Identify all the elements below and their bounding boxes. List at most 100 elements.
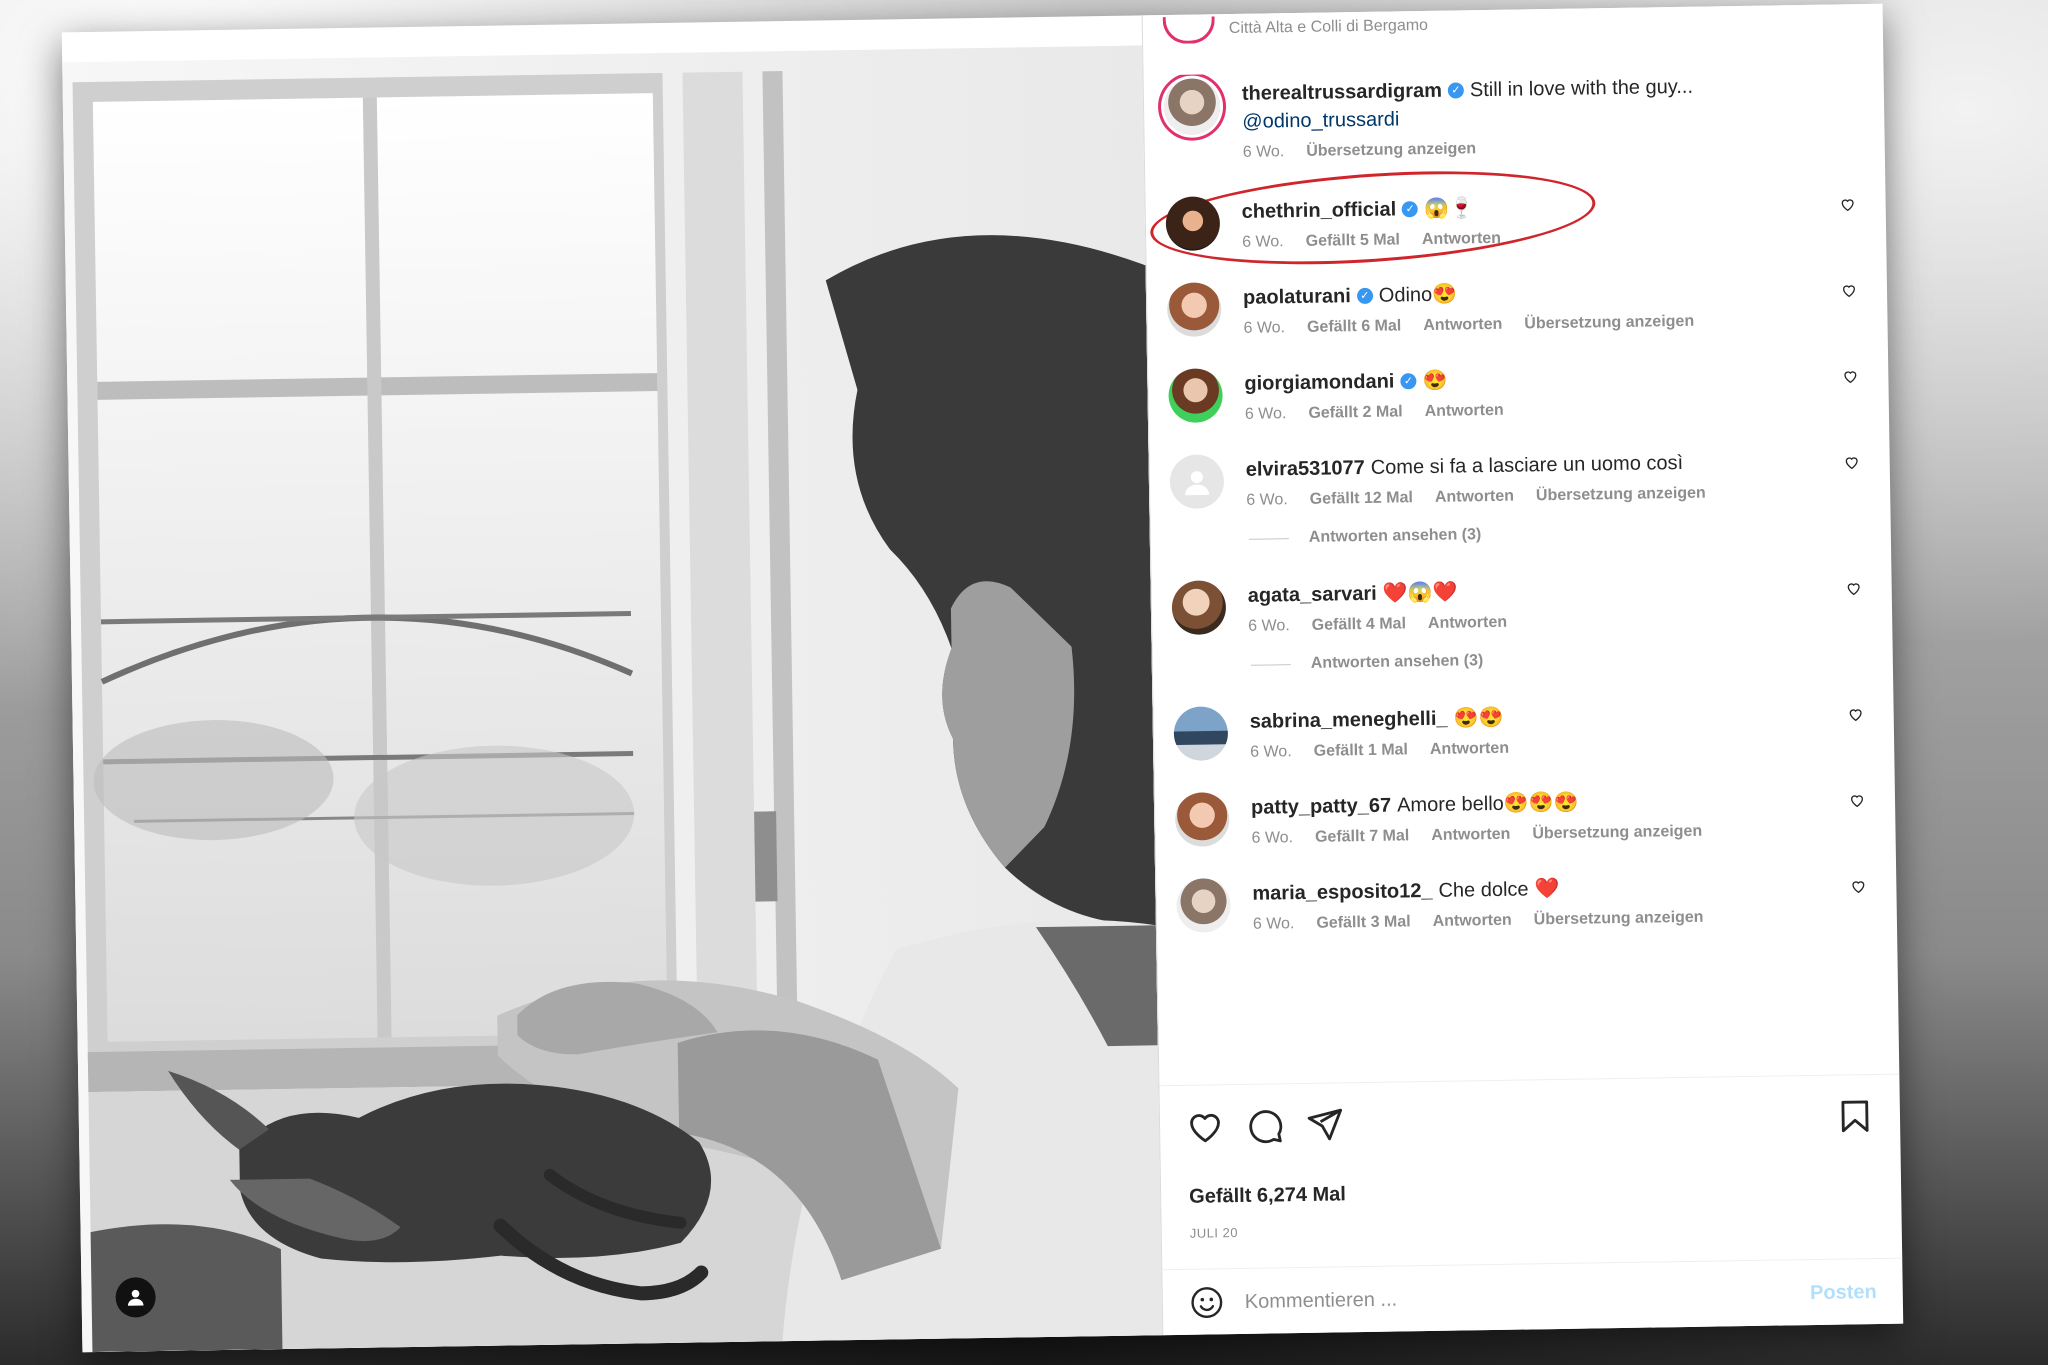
- verified-icon: ✓: [1356, 287, 1373, 305]
- avatar[interactable]: [1176, 878, 1232, 933]
- verified-icon: ✓: [1400, 373, 1417, 390]
- translate-link[interactable]: Übersetzung anzeigen: [1524, 313, 1694, 334]
- reply-link[interactable]: Antworten: [1430, 740, 1509, 759]
- username[interactable]: sabrina_meneghelli_: [1250, 705, 1448, 736]
- comment-likes[interactable]: Gefällt 1 Mal: [1314, 741, 1409, 760]
- username[interactable]: patty_patty_67: [1251, 792, 1391, 822]
- caption-text: Still in love with the guy...: [1469, 75, 1694, 102]
- comment-time[interactable]: 6 Wo.: [1245, 405, 1287, 424]
- view-replies-label[interactable]: Antworten ansehen (3): [1311, 652, 1484, 673]
- heart-icon[interactable]: [1186, 1107, 1225, 1146]
- avatar[interactable]: [1162, 15, 1216, 44]
- username[interactable]: maria_esposito12_: [1252, 877, 1433, 908]
- verified-icon: ✓: [1447, 82, 1465, 99]
- comment-likes[interactable]: Gefällt 2 Mal: [1308, 403, 1403, 422]
- comment-text: Come si fa a lasciare un uomo così: [1370, 451, 1684, 479]
- comment-composer: Kommentieren ... Posten: [1162, 1257, 1904, 1337]
- reply-link[interactable]: Antworten: [1422, 230, 1501, 249]
- translate-link[interactable]: Übersetzung anzeigen: [1534, 909, 1704, 930]
- avatar[interactable]: [1168, 368, 1224, 424]
- avatar[interactable]: [1165, 196, 1221, 252]
- comment-emoji: 😍😍😍: [1503, 791, 1579, 815]
- post-photo[interactable]: [62, 45, 1163, 1353]
- username[interactable]: paolaturani: [1243, 282, 1351, 312]
- username[interactable]: agata_sarvari: [1248, 580, 1377, 610]
- username[interactable]: giorgiamondani: [1244, 367, 1394, 397]
- comment-likes[interactable]: Gefällt 4 Mal: [1312, 615, 1407, 634]
- like-comment-icon[interactable]: [1846, 580, 1862, 596]
- replies-divider: [1250, 663, 1291, 666]
- comment-emoji: 😍😍: [1453, 706, 1504, 730]
- location-label[interactable]: Città Alta e Colli di Bergamo: [1229, 17, 1428, 38]
- reply-link[interactable]: Antworten: [1424, 402, 1503, 421]
- like-comment-icon[interactable]: [1842, 368, 1858, 384]
- reply-link[interactable]: Antworten: [1423, 316, 1502, 335]
- translate-link[interactable]: Übersetzung anzeigen: [1532, 823, 1702, 844]
- comment-input[interactable]: Kommentieren ...: [1245, 1282, 1811, 1314]
- comment-item: sabrina_meneghelli_ 😍😍 6 Wo. Gefällt 1 M…: [1153, 692, 1894, 764]
- save-button[interactable]: [1836, 1097, 1875, 1141]
- post-comment-button[interactable]: Posten: [1810, 1281, 1877, 1305]
- view-replies-button[interactable]: Antworten ansehen (3): [1250, 646, 1893, 674]
- emoji-icon[interactable]: [1189, 1284, 1226, 1321]
- like-comment-icon[interactable]: [1849, 792, 1865, 808]
- avatar[interactable]: [1173, 706, 1229, 761]
- comment-list[interactable]: therealtrussardigram ✓ Still in love wit…: [1144, 64, 1900, 1085]
- view-replies-label[interactable]: Antworten ansehen (3): [1309, 526, 1482, 547]
- username[interactable]: therealtrussardigram: [1242, 77, 1442, 108]
- comment-text: Odino: [1378, 283, 1433, 307]
- username[interactable]: elvira531077: [1246, 454, 1365, 484]
- comment-icon[interactable]: [1246, 1106, 1285, 1145]
- avatar[interactable]: [1166, 282, 1222, 338]
- comment-item: patty_patty_67 Amore bello 😍😍😍 6 Wo. Gefä…: [1155, 778, 1896, 850]
- comment-likes[interactable]: Gefällt 3 Mal: [1316, 913, 1411, 932]
- bookmark-icon[interactable]: [1836, 1097, 1875, 1136]
- comment-item: chethrin_official ✓ 😱🍷 6 Wo. Gefällt 5 M…: [1145, 158, 1886, 277]
- reply-link[interactable]: Antworten: [1431, 826, 1510, 845]
- username[interactable]: chethrin_official: [1241, 195, 1397, 225]
- comment-item: agata_sarvari ❤️😱❤️ 6 Wo. Gefällt 4 Mal …: [1151, 566, 1892, 638]
- comment-emoji: ❤️😱❤️: [1382, 581, 1458, 605]
- avatar[interactable]: [1171, 580, 1227, 636]
- instagram-post-card: Città Alta e Colli di Bergamo therealtru…: [61, 3, 1904, 1353]
- comment-likes[interactable]: Gefällt 7 Mal: [1315, 827, 1410, 846]
- translate-link[interactable]: Übersetzung anzeigen: [1306, 140, 1476, 161]
- like-comment-icon[interactable]: [1840, 196, 1856, 212]
- share-icon[interactable]: [1306, 1105, 1345, 1144]
- comment-time[interactable]: 6 Wo.: [1242, 233, 1284, 252]
- comment-time[interactable]: 6 Wo.: [1243, 143, 1285, 162]
- comment-item: elvira531077 Come si fa a lasciare un uo…: [1149, 440, 1890, 512]
- comment-likes[interactable]: Gefällt 5 Mal: [1306, 231, 1401, 250]
- likes-count[interactable]: Gefällt 6,274 Mal: [1189, 1183, 1346, 1208]
- like-comment-icon[interactable]: [1850, 878, 1866, 894]
- comment-time[interactable]: 6 Wo.: [1251, 829, 1293, 848]
- comment-time[interactable]: 6 Wo.: [1253, 915, 1295, 934]
- like-comment-icon[interactable]: [1848, 706, 1864, 722]
- default-avatar-icon: [1185, 471, 1210, 496]
- comment-emoji: 😍: [1422, 369, 1448, 393]
- avatar[interactable]: [1169, 454, 1225, 510]
- comment-time[interactable]: 6 Wo.: [1248, 617, 1290, 636]
- comment-likes[interactable]: Gefällt 6 Mal: [1307, 317, 1402, 336]
- reply-link[interactable]: Antworten: [1432, 912, 1511, 931]
- comment-likes[interactable]: Gefällt 12 Mal: [1310, 489, 1413, 509]
- comment-emoji: 😱🍷: [1423, 197, 1475, 220]
- comment-emoji: 😍: [1432, 283, 1458, 306]
- view-replies-button[interactable]: Antworten ansehen (3): [1248, 520, 1891, 548]
- comment-time[interactable]: 6 Wo.: [1243, 319, 1285, 338]
- reply-link[interactable]: Antworten: [1428, 614, 1507, 633]
- avatar[interactable]: [1163, 78, 1221, 136]
- avatar[interactable]: [1174, 792, 1230, 847]
- like-comment-icon[interactable]: [1844, 454, 1860, 470]
- reply-link[interactable]: Antworten: [1435, 488, 1514, 507]
- comment-time[interactable]: 6 Wo.: [1246, 491, 1288, 510]
- like-comment-icon[interactable]: [1841, 282, 1857, 298]
- comment-item: giorgiamondani ✓ 😍 6 Wo. Gefällt 2 Mal A…: [1148, 354, 1889, 426]
- translate-link[interactable]: Übersetzung anzeigen: [1536, 485, 1706, 506]
- replies-divider: [1248, 537, 1289, 540]
- location-row: Città Alta e Colli di Bergamo: [1162, 11, 1429, 45]
- post-date[interactable]: JULI 20: [1190, 1225, 1239, 1241]
- comment-time[interactable]: 6 Wo.: [1250, 743, 1292, 762]
- caption: therealtrussardigram ✓ Still in love wit…: [1144, 64, 1885, 164]
- photo-illustration: [62, 45, 1163, 1353]
